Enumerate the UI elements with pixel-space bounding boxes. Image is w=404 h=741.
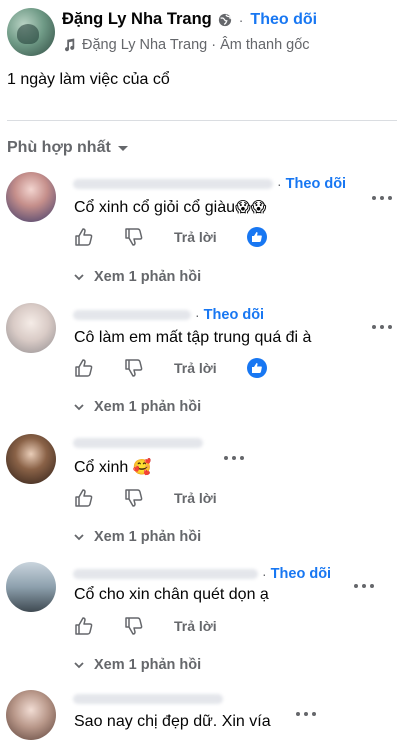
thumbs-down-icon[interactable] [124,616,144,636]
commenter-name-blurred[interactable] [73,179,273,189]
commenter-name-blurred[interactable] [73,310,191,320]
view-replies-button[interactable]: Xem 1 phản hồi [74,269,201,285]
more-options-icon[interactable] [296,708,316,720]
follow-button[interactable]: Theo dõi [286,176,346,192]
chevron-down-icon [74,534,84,541]
comment: · Theo dõi Cổ cho xin chân quét dọn ạ Tr… [0,562,404,682]
reply-button[interactable]: Trả lời [174,618,217,634]
author-name[interactable]: Đặng Ly Nha Trang [62,10,212,29]
comment: Sao nay chị đẹp dữ. Xin vía [0,690,404,741]
emoji: 🥰 [132,458,152,476]
thumbs-down-icon[interactable] [124,358,144,378]
commenter-avatar[interactable] [6,172,56,222]
commenter-row [73,694,223,704]
more-options-icon[interactable] [372,321,392,333]
thumbs-up-icon[interactable] [74,227,94,247]
follow-button[interactable]: Theo dõi [271,566,331,582]
thumbs-up-icon[interactable] [74,488,94,508]
comment: Cổ xinh 🥰 Trả lời Xem 1 phản hồi [0,434,404,554]
view-replies-button[interactable]: Xem 1 phản hồi [74,399,201,415]
commenter-row: · Theo dõi [73,307,264,323]
sort-dropdown[interactable]: Phù hợp nhất [7,139,129,157]
comment-actions: Trả lời [74,488,217,508]
separator-dot: · [238,11,244,28]
comment: · Theo dõi Cô làm em mất tập trung quá đ… [0,303,404,423]
thumbs-up-icon[interactable] [74,616,94,636]
chevron-down-icon [74,662,84,669]
reply-button[interactable]: Trả lời [174,360,217,376]
emoji: 😱😱 [234,198,267,216]
thumbs-down-icon[interactable] [124,488,144,508]
thumbs-down-icon[interactable] [124,227,144,247]
commenter-name-blurred[interactable] [73,569,258,579]
follow-button[interactable]: Theo dõi [250,11,317,29]
sort-label: Phù hợp nhất [7,139,111,156]
chevron-down-icon [74,404,84,411]
reply-button[interactable]: Trả lời [174,490,217,506]
more-options-icon[interactable] [372,192,392,204]
thumbs-up-icon[interactable] [74,358,94,378]
comment-text: Sao nay chị đẹp dữ. Xin vía [74,713,271,730]
commenter-avatar[interactable] [6,434,56,484]
comment-text: Cổ xinh 🥰 [74,458,152,476]
like-reaction-icon[interactable] [246,227,267,247]
audio-label: Đặng Ly Nha Trang · Âm thanh gốc [82,37,310,53]
reply-button[interactable]: Trả lời [174,229,217,245]
comment-text: Cổ cho xin chân quét dọn ạ [74,586,269,603]
commenter-avatar[interactable] [6,690,56,740]
music-note-icon [64,38,75,52]
caret-down-icon [117,146,128,151]
comment: · Theo dõi Cổ xinh cổ giỏi cổ giàu😱😱 Trả… [0,172,404,292]
author-avatar[interactable] [7,8,55,56]
author-row: Đặng Ly Nha Trang · Theo dõi [62,10,317,29]
comment-actions: Trả lời [74,616,217,636]
audio-row[interactable]: Đặng Ly Nha Trang · Âm thanh gốc [62,37,310,53]
commenter-avatar[interactable] [6,303,56,353]
post-header: Đặng Ly Nha Trang · Theo dõi Đặng Ly Nha… [7,6,397,62]
globe-icon [218,13,231,26]
comment-text: Cô làm em mất tập trung quá đi à [74,329,312,346]
chevron-down-icon [74,274,84,281]
commenter-row [73,438,203,448]
commenter-avatar[interactable] [6,562,56,612]
commenter-name-blurred[interactable] [73,438,203,448]
post-caption: 1 ngày làm việc của cổ [7,71,170,88]
follow-button[interactable]: Theo dõi [204,307,264,323]
view-replies-button[interactable]: Xem 1 phản hồi [74,529,201,545]
more-options-icon[interactable] [224,452,244,464]
commenter-name-blurred[interactable] [73,694,223,704]
comment-actions: Trả lời [74,358,267,378]
commenter-row: · Theo dõi [73,176,346,192]
comment-actions: Trả lời [74,227,267,247]
divider [7,120,397,121]
like-reaction-icon[interactable] [246,358,267,378]
view-replies-button[interactable]: Xem 1 phản hồi [74,657,201,673]
more-options-icon[interactable] [354,580,374,592]
commenter-row: · Theo dõi [73,566,331,582]
comment-text: Cổ xinh cổ giỏi cổ giàu😱😱 [74,198,267,216]
